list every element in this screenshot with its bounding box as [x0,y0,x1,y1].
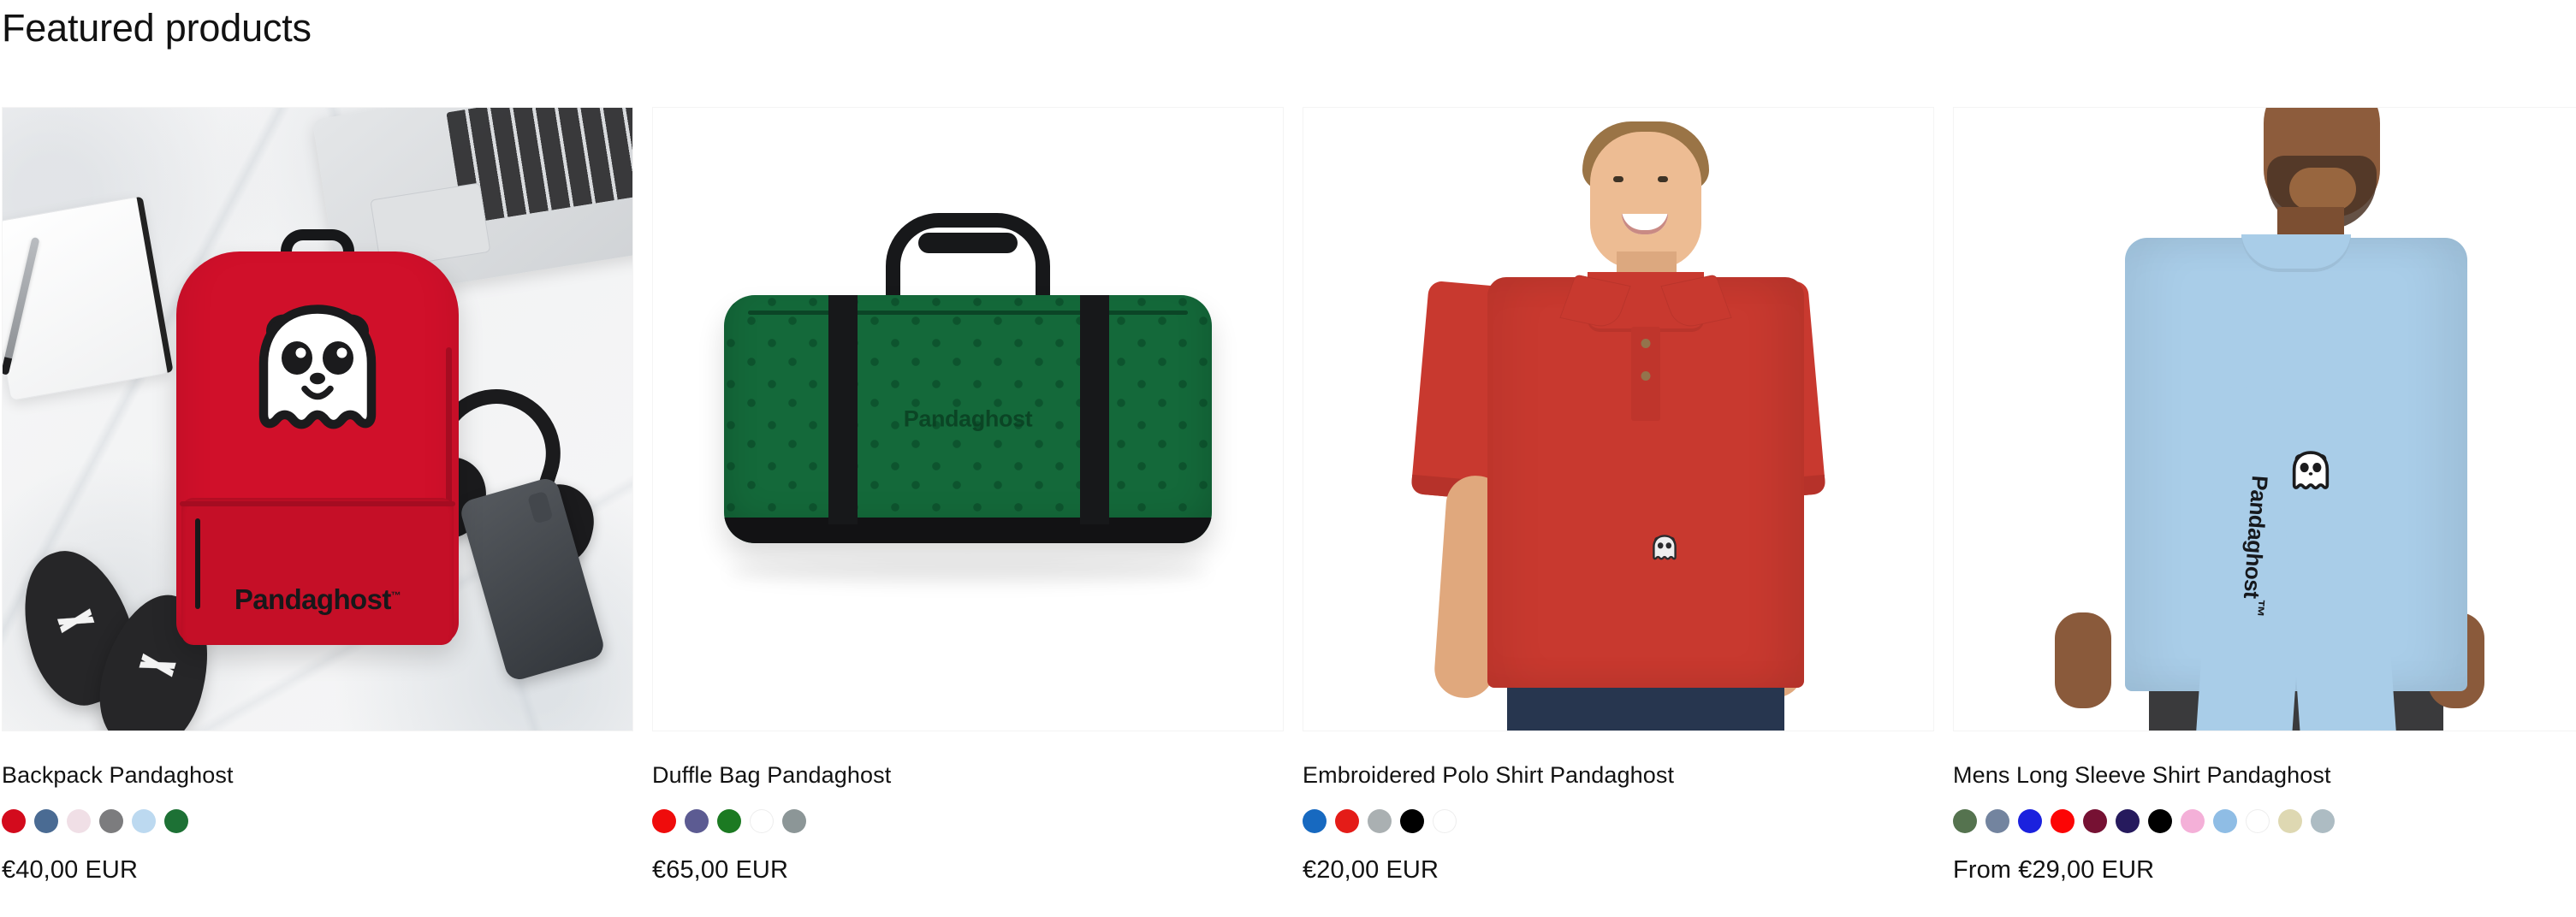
color-swatch-slate-blue[interactable] [1985,809,2009,833]
duffle-bag-product: Pandaghost [724,213,1212,543]
color-swatch-white[interactable] [750,809,774,833]
model-eye [1613,176,1623,182]
backpack-side-zipper [446,347,452,510]
model-chin [2289,168,2356,210]
duffle-strap [828,295,858,524]
featured-products-section: Featured products Pandaghost™ Backpack P… [0,0,2576,917]
product-price: €65,00 EUR [652,856,788,884]
duffle-brand-wordmark: Pandaghost [903,405,1033,432]
product-price: €20,00 EUR [1303,856,1439,884]
product-image-duffle-bag: Pandaghost [653,108,1283,731]
color-swatch-light-blue[interactable] [132,809,156,833]
shirt-neckline [2241,234,2351,272]
product-grid: Pandaghost™ Backpack Pandaghost €40,00 E… [2,107,2576,885]
product-title-link[interactable]: Duffle Bag Pandaghost [652,762,891,788]
color-swatch-navy[interactable] [2116,809,2140,833]
model-head [1590,132,1701,269]
product-title-link[interactable]: Backpack Pandaghost [2,762,234,788]
product-image-long-sleeve-shirt: Pandaghost™ [1954,108,2576,731]
color-swatch-light-grey-blue[interactable] [2311,809,2335,833]
backpack-front-pocket [181,498,454,645]
product-title-link[interactable]: Mens Long Sleeve Shirt Pandaghost [1953,762,2331,788]
color-swatch-military-green[interactable] [1953,809,1977,833]
brand-wordmark-text: Pandaghost [2238,474,2273,600]
color-swatch-blue[interactable] [2018,809,2042,833]
backpack-product: Pandaghost™ [176,229,459,645]
model-hand [2055,612,2111,708]
backpack-brand-wordmark: Pandaghost™ [234,583,401,616]
polo-collar [1588,272,1704,332]
product-image-link-long-sleeve-shirt[interactable]: Pandaghost™ [1953,107,2576,731]
color-swatch-red[interactable] [1335,809,1359,833]
duffle-strap [1080,295,1109,524]
color-swatch-grey[interactable] [99,809,123,833]
product-price: From €29,00 EUR [1953,856,2155,884]
color-swatch-light-pink[interactable] [67,809,91,833]
product-card[interactable]: Embroidered Polo Shirt Pandaghost €20,00… [1303,107,1934,885]
product-drop-shadow [728,561,1208,583]
polo-button [1641,371,1651,381]
product-meta: Mens Long Sleeve Shirt Pandaghost From €… [1953,731,2576,885]
backpack-vertical-zipper [195,518,200,609]
shoelace [134,633,182,696]
color-swatch-list [1953,808,2576,834]
duffle-zipper [748,311,1188,315]
panda-ghost-logo-icon [253,301,382,455]
color-swatch-light-blue[interactable] [2213,809,2237,833]
color-swatch-red[interactable] [2,809,26,833]
product-meta: Backpack Pandaghost €40,00 EUR [2,731,633,885]
duffle-body: Pandaghost [724,295,1212,543]
color-swatch-pink[interactable] [2181,809,2205,833]
product-image-polo-shirt [1303,108,1933,731]
long-sleeve-shirt-body: Pandaghost™ [2125,234,2467,731]
color-swatch-black[interactable] [2148,809,2172,833]
color-swatch-list [2,808,633,834]
product-image-backpack: Pandaghost™ [3,108,632,731]
color-swatch-green[interactable] [717,809,741,833]
product-card[interactable]: Pandaghost™ Backpack Pandaghost €40,00 E… [2,107,633,885]
model-eye [1658,176,1668,182]
polo-button [1641,339,1651,348]
backpack-horizontal-zipper [180,501,455,506]
trademark-symbol: ™ [390,589,401,601]
color-swatch-royal-blue[interactable] [1303,809,1327,833]
panda-ghost-embroidery-icon [1652,534,1677,565]
backpack-body: Pandaghost™ [176,251,459,645]
color-swatch-khaki[interactable] [2278,809,2302,833]
color-swatch-maroon[interactable] [2083,809,2107,833]
product-meta: Duffle Bag Pandaghost €65,00 EUR [652,731,1284,885]
color-swatch-light-grey[interactable] [1368,809,1392,833]
color-swatch-list [652,808,1284,834]
page-title: Featured products [2,6,312,50]
product-card[interactable]: Pandaghost Duffle Bag Pandaghost €65,00 … [652,107,1284,885]
color-swatch-green[interactable] [164,809,188,833]
panda-ghost-logo-icon [2291,450,2330,496]
notebook-prop [3,196,171,401]
color-swatch-list [1303,808,1934,834]
color-swatch-red[interactable] [652,809,676,833]
product-meta: Embroidered Polo Shirt Pandaghost €20,00… [1303,731,1934,885]
color-swatch-grey[interactable] [782,809,806,833]
sleeve-brand-wordmark: Pandaghost™ [2236,475,2277,618]
polo-shirt-body [1487,272,1804,688]
color-swatch-slate-purple[interactable] [685,809,709,833]
product-title-link[interactable]: Embroidered Polo Shirt Pandaghost [1303,762,1674,788]
product-image-link-backpack[interactable]: Pandaghost™ [2,107,633,731]
duffle-base-panel [724,518,1212,543]
color-swatch-steel-blue[interactable] [34,809,58,833]
shoelace [50,589,101,652]
trademark-symbol: ™ [2247,598,2270,618]
product-price: €40,00 EUR [2,856,138,884]
brand-wordmark-text: Pandaghost [234,583,391,615]
color-swatch-red[interactable] [2051,809,2074,833]
color-swatch-white[interactable] [1433,809,1457,833]
product-image-link-polo-shirt[interactable] [1303,107,1934,731]
color-swatch-black[interactable] [1400,809,1424,833]
color-swatch-white[interactable] [2246,809,2270,833]
product-image-link-duffle-bag[interactable]: Pandaghost [652,107,1284,731]
product-card[interactable]: Pandaghost™ Mens Long Sleeve Shirt Panda… [1953,107,2576,885]
